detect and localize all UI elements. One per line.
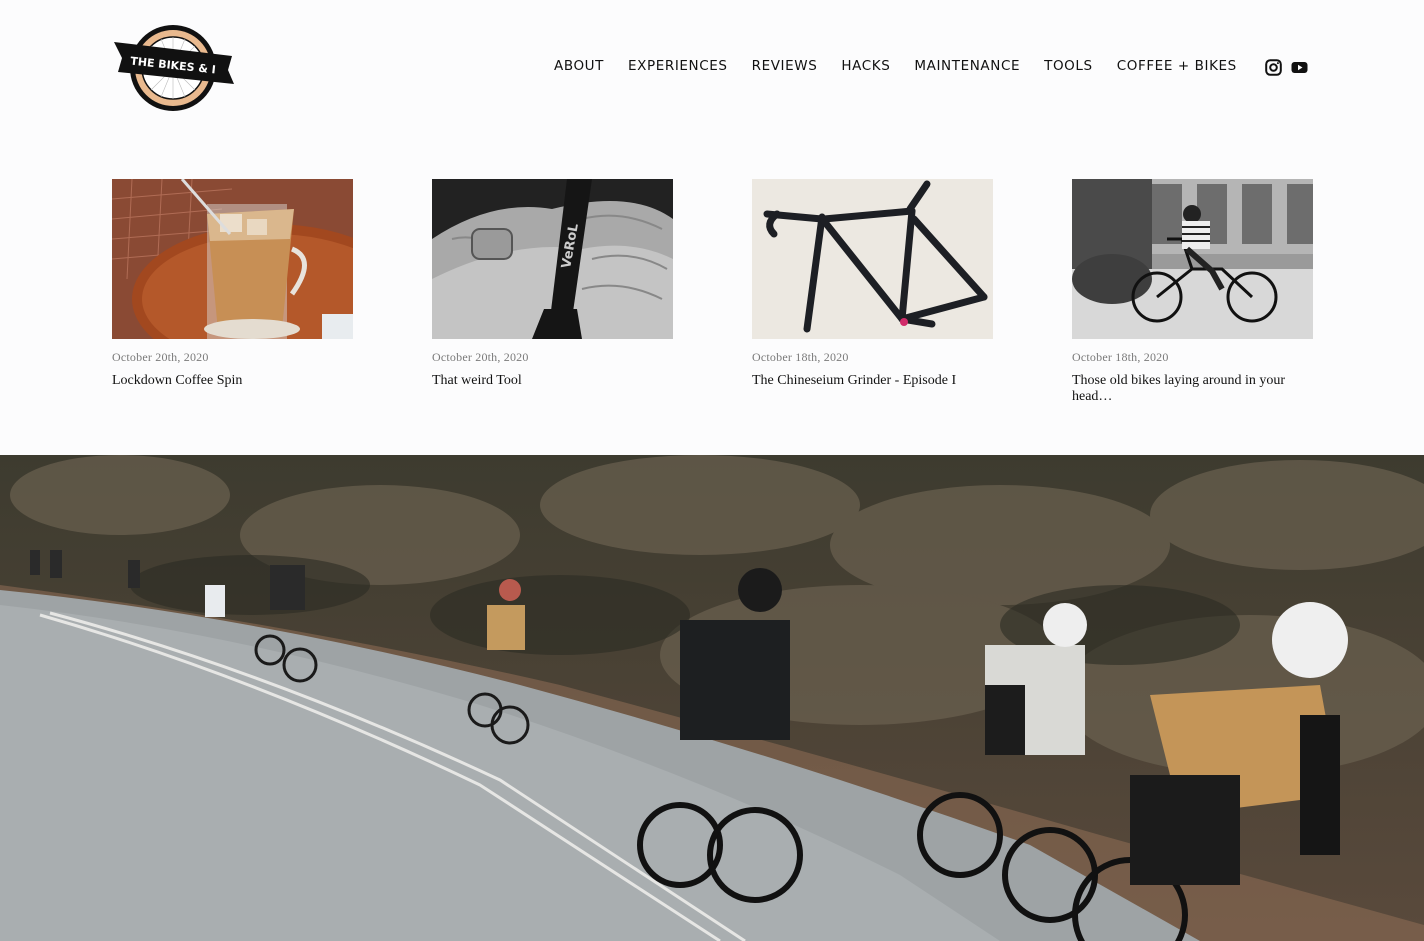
youtube-icon[interactable] <box>1291 59 1308 76</box>
post-date: October 18th, 2020 <box>752 350 849 364</box>
post-date: October 20th, 2020 <box>432 350 529 364</box>
main-nav: ABOUT EXPERIENCES REVIEWS HACKS MAINTENA… <box>554 58 1261 74</box>
spanner-tool-photo[interactable]: VeRoL <box>432 179 673 339</box>
nav-item-reviews[interactable]: REVIEWS <box>752 58 818 74</box>
nav-item-hacks[interactable]: HACKS <box>841 58 890 74</box>
post-card[interactable]: October 20th, 2020 Lockdown Coffee Spin <box>112 179 353 389</box>
group-cyclists-road-photo <box>0 455 1424 941</box>
nav-item-maintenance[interactable]: MAINTENANCE <box>914 58 1020 74</box>
site-header: THE BIKES & I ABOUT EXPERIENCES REVIEWS … <box>0 0 1424 140</box>
iced-coffee-photo[interactable] <box>112 179 353 339</box>
nav-item-tools[interactable]: TOOLS <box>1044 58 1093 74</box>
post-title[interactable]: Those old bikes laying around in your he… <box>1072 373 1302 405</box>
social-links <box>1265 59 1308 76</box>
site-logo[interactable]: THE BIKES & I <box>112 22 234 114</box>
nav-item-about[interactable]: ABOUT <box>554 58 604 74</box>
post-title[interactable]: That weird Tool <box>432 373 662 389</box>
nav-item-coffee-bikes[interactable]: COFFEE + BIKES <box>1117 58 1237 74</box>
recent-posts-grid: October 20th, 2020 Lockdown Coffee Spin … <box>112 179 1314 419</box>
post-date: October 20th, 2020 <box>112 350 209 364</box>
post-card[interactable]: VeRoL October 20th, 2020 That weird Tool <box>432 179 673 389</box>
post-title[interactable]: Lockdown Coffee Spin <box>112 373 342 389</box>
bike-frame-photo[interactable] <box>752 179 993 339</box>
post-title[interactable]: The Chineseium Grinder - Episode I <box>752 373 982 389</box>
post-card[interactable]: October 18th, 2020 The Chineseium Grinde… <box>752 179 993 389</box>
nav-item-experiences[interactable]: EXPERIENCES <box>628 58 728 74</box>
boy-on-bike-photo[interactable] <box>1072 179 1313 339</box>
post-date: October 18th, 2020 <box>1072 350 1169 364</box>
post-card[interactable]: October 18th, 2020 Those old bikes layin… <box>1072 179 1313 405</box>
instagram-icon[interactable] <box>1265 59 1282 76</box>
